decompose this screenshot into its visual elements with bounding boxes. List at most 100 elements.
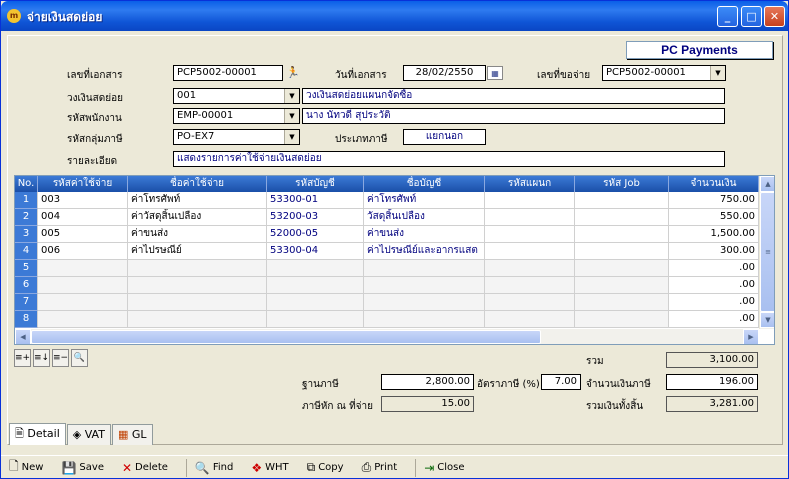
dept-code-cell[interactable] [485,260,575,277]
account-code-cell[interactable]: 53300-04 [267,243,364,260]
row-no[interactable]: 7 [15,294,38,311]
job-code-cell[interactable] [575,260,669,277]
job-code-cell[interactable] [575,226,669,243]
col-account-code[interactable]: รหัสบัญชี [267,176,364,192]
table-row[interactable]: 1 003 ค่าโทรศัพท์ 53300-01 ค่าโทรศัพท์ 750.00 [15,192,759,209]
account-code-cell[interactable]: 53200-03 [267,209,364,226]
job-code-cell[interactable] [575,277,669,294]
job-code-cell[interactable] [575,294,669,311]
dept-code-cell[interactable] [485,226,575,243]
minimize-button[interactable]: _ [717,6,738,27]
row-no[interactable]: 1 [15,192,38,209]
expense-grid[interactable]: No. รหัสค่าใช้จ่าย ชื่อค่าใช้จ่าย รหัสบั… [14,175,775,345]
detail-field[interactable]: แสดงรายการค่าใช้จ่ายเงินสดย่อย [173,151,725,167]
tab-gl[interactable]: ▦ GL [111,424,153,445]
expense-name-cell[interactable]: ค่าวัสดุสิ้นเปลือง [128,209,267,226]
row-no[interactable]: 3 [15,226,38,243]
expense-code-cell[interactable]: 005 [38,226,128,243]
base-field[interactable]: 2,800.00 [381,374,474,390]
save-button[interactable]: 💾 Save [61,461,104,475]
table-row[interactable]: 2 004 ค่าวัสดุสิ้นเปลือง 53200-03 วัสดุสิ้นเ… [15,209,759,226]
find-button[interactable]: 🔍 Find [195,461,233,475]
expense-name-cell[interactable] [128,294,267,311]
delete-row-icon[interactable]: ≡− [52,349,69,367]
rate-field[interactable]: 7.00 [541,374,581,390]
horizontal-scrollbar[interactable]: ◀ ▶ [15,329,759,344]
delete-button[interactable]: ✕ Delete [122,461,168,475]
job-code-cell[interactable] [575,311,669,328]
amount-cell[interactable]: 300.00 [669,243,759,260]
amount-cell[interactable]: .00 [669,277,759,294]
fund-code-combo[interactable]: 001 ▼ [173,88,300,104]
horizontal-scroll-thumb[interactable] [31,330,541,344]
chevron-down-icon[interactable]: ▼ [284,130,299,144]
account-code-cell[interactable] [267,311,364,328]
account-code-cell[interactable]: 52000-05 [267,226,364,243]
insert-row-icon[interactable]: ≡+ [14,349,31,367]
tax-field[interactable]: 196.00 [666,374,758,390]
account-name-cell[interactable]: วัสดุสิ้นเปลือง [364,209,485,226]
vertical-scrollbar[interactable]: ▲ ≡ ▼ [759,176,774,329]
chevron-down-icon[interactable]: ▼ [284,109,299,123]
row-no[interactable]: 2 [15,209,38,226]
col-job-code[interactable]: รหัส Job [575,176,669,192]
run-number-icon[interactable]: 🏃 [285,66,301,80]
account-code-cell[interactable] [267,277,364,294]
calendar-icon[interactable]: ▦ [487,66,503,80]
taxgroup-combo[interactable]: PO-EX7 ▼ [173,129,300,145]
scroll-left-icon[interactable]: ◀ [15,329,31,344]
account-name-cell[interactable] [364,311,485,328]
dept-code-cell[interactable] [485,209,575,226]
amount-cell[interactable]: .00 [669,311,759,328]
ref-no-combo[interactable]: PCP5002-00001 ▼ [602,65,726,81]
account-name-cell[interactable]: ค่าขนส่ง [364,226,485,243]
add-row-icon[interactable]: ≡↓ [33,349,50,367]
expense-name-cell[interactable] [128,311,267,328]
col-expense-code[interactable]: รหัสค่าใช้จ่าย [38,176,128,192]
account-code-cell[interactable] [267,294,364,311]
amount-cell[interactable]: .00 [669,294,759,311]
row-no[interactable]: 8 [15,311,38,328]
doc-no-field[interactable]: PCP5002-00001 [173,65,283,81]
table-row[interactable]: 7.00 [15,294,759,311]
row-no[interactable]: 5 [15,260,38,277]
expense-code-cell[interactable] [38,294,128,311]
new-button[interactable]: 🗋 New [9,457,43,478]
row-no[interactable]: 4 [15,243,38,260]
amount-cell[interactable]: 750.00 [669,192,759,209]
job-code-cell[interactable] [575,243,669,260]
table-row[interactable]: 8.00 [15,311,759,328]
row-no[interactable]: 6 [15,277,38,294]
table-row[interactable]: 3 005 ค่าขนส่ง 52000-05 ค่าขนส่ง 1,500.00 [15,226,759,243]
job-code-cell[interactable] [575,209,669,226]
amount-cell[interactable]: 1,500.00 [669,226,759,243]
doc-date-field[interactable]: 28/02/2550 [403,65,486,81]
close-button[interactable]: ⇥ Close [424,461,464,475]
maximize-button[interactable]: □ [741,6,762,27]
copy-button[interactable]: ⧉ Copy [307,460,344,475]
dept-code-cell[interactable] [485,192,575,209]
table-row[interactable]: 4 006 ค่าไปรษณีย์ 53300-04 ค่าไปรษณีย์และอาก… [15,243,759,260]
tab-detail[interactable]: 🗎 Detail [9,423,66,445]
table-row[interactable]: 6.00 [15,277,759,294]
col-amount[interactable]: จำนวนเงิน [669,176,759,192]
account-name-cell[interactable] [364,260,485,277]
expense-code-cell[interactable] [38,260,128,277]
col-dept-code[interactable]: รหัสแผนก [485,176,575,192]
wht-button[interactable]: ❖ WHT [251,461,288,475]
col-no[interactable]: No. [15,176,38,192]
account-name-cell[interactable] [364,294,485,311]
account-code-cell[interactable] [267,260,364,277]
scroll-down-icon[interactable]: ▼ [760,312,774,328]
scroll-up-icon[interactable]: ▲ [760,176,774,192]
expense-name-cell[interactable] [128,277,267,294]
expense-code-cell[interactable]: 006 [38,243,128,260]
zoom-icon[interactable]: 🔍 [71,349,88,367]
expense-name-cell[interactable]: ค่าขนส่ง [128,226,267,243]
job-code-cell[interactable] [575,192,669,209]
account-name-cell[interactable]: ค่าโทรศัพท์ [364,192,485,209]
amount-cell[interactable]: .00 [669,260,759,277]
expense-name-cell[interactable]: ค่าไปรษณีย์ [128,243,267,260]
expense-code-cell[interactable] [38,277,128,294]
expense-code-cell[interactable]: 003 [38,192,128,209]
